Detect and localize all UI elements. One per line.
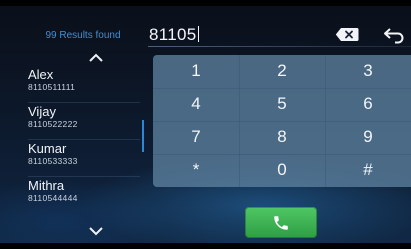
dial-keypad: 1 2 3 4 5 6 7 8 9 * 0 # <box>153 55 411 187</box>
key-2[interactable]: 2 <box>239 55 325 88</box>
chevron-up-icon[interactable] <box>89 53 103 62</box>
number-field-underline <box>148 46 411 47</box>
contact-name: Alex <box>28 67 54 82</box>
contact-number: 8110533333 <box>28 156 78 166</box>
contact-name: Mithra <box>28 178 65 193</box>
key-9[interactable]: 9 <box>325 121 411 154</box>
key-3[interactable]: 3 <box>325 55 411 88</box>
key-5[interactable]: 5 <box>239 88 325 121</box>
contact-item[interactable]: Mithra 8110544444 <box>28 177 140 214</box>
contact-name: Vijay <box>28 104 56 119</box>
dialed-number-field[interactable]: 81105 <box>149 25 199 45</box>
contact-name: Kumar <box>28 141 67 156</box>
key-1[interactable]: 1 <box>153 55 239 88</box>
call-button[interactable] <box>245 207 317 238</box>
key-0[interactable]: 0 <box>239 154 325 187</box>
contact-number: 8110511111 <box>28 82 76 92</box>
chevron-down-icon[interactable] <box>89 227 103 236</box>
contact-item[interactable]: Vijay 8110522222 <box>28 103 140 140</box>
key-star[interactable]: * <box>153 154 239 187</box>
key-hash[interactable]: # <box>325 154 411 187</box>
contact-item[interactable]: Kumar 8110533333 <box>28 140 140 177</box>
text-cursor <box>197 26 199 42</box>
contact-list-scrollbar[interactable] <box>142 120 144 152</box>
key-8[interactable]: 8 <box>239 121 325 154</box>
contact-number: 8110544444 <box>28 193 78 203</box>
back-arrow-icon[interactable] <box>383 26 405 44</box>
results-count: 99 Results found <box>45 30 121 41</box>
contact-list: Alex 8110511111 Vijay 8110522222 Kumar 8… <box>28 66 140 214</box>
key-4[interactable]: 4 <box>153 88 239 121</box>
dialed-number-value: 81105 <box>149 25 197 44</box>
key-7[interactable]: 7 <box>153 121 239 154</box>
key-6[interactable]: 6 <box>325 88 411 121</box>
bottom-bezel <box>0 243 411 249</box>
top-bezel <box>0 0 411 6</box>
contact-number: 8110522222 <box>28 119 78 129</box>
dialer-screen: 99 Results found Alex 8110511111 Vijay 8… <box>0 0 411 249</box>
backspace-icon[interactable] <box>335 27 359 42</box>
phone-icon <box>274 216 288 230</box>
contact-item[interactable]: Alex 8110511111 <box>28 66 140 103</box>
